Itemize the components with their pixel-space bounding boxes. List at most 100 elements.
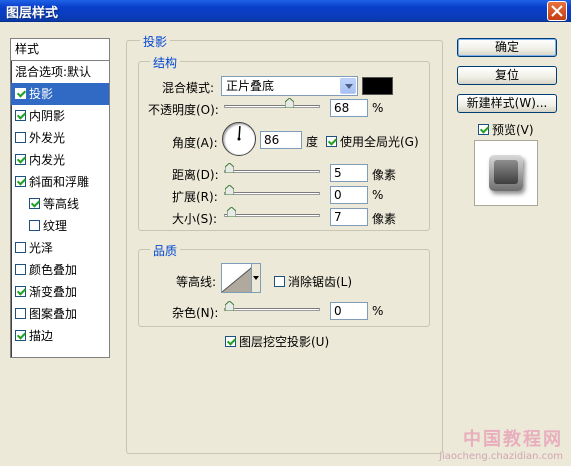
distance-input[interactable]: 5 bbox=[330, 164, 368, 182]
blend-mode-select[interactable]: 正片叠底 bbox=[221, 76, 358, 96]
anti-alias-check[interactable] bbox=[274, 276, 285, 287]
style-list-item[interactable]: 图案叠加 bbox=[11, 303, 109, 325]
style-list-item[interactable]: 颜色叠加 bbox=[11, 259, 109, 281]
style-item-checkbox[interactable] bbox=[29, 198, 40, 209]
opacity-slider-thumb[interactable] bbox=[285, 98, 295, 108]
style-list-item[interactable]: 纹理 bbox=[11, 215, 109, 237]
noise-slider[interactable] bbox=[224, 308, 320, 311]
style-item-label: 内发光 bbox=[29, 153, 66, 167]
shadow-color-swatch[interactable] bbox=[362, 77, 393, 95]
spread-unit: % bbox=[372, 188, 384, 202]
global-light-checkbox[interactable]: 使用全局光(G) bbox=[326, 133, 419, 150]
noise-unit: % bbox=[372, 304, 384, 318]
style-item-checkbox[interactable] bbox=[15, 154, 26, 165]
style-item-checkbox[interactable] bbox=[15, 286, 26, 297]
angle-needle bbox=[237, 125, 241, 141]
angle-input[interactable]: 86 bbox=[260, 131, 302, 149]
style-item-label: 等高线 bbox=[43, 197, 80, 211]
noise-input[interactable]: 0 bbox=[330, 302, 368, 320]
contour-label: 等高线: bbox=[176, 275, 217, 289]
style-list-item[interactable]: 斜面和浮雕 bbox=[11, 171, 109, 193]
style-item-checkbox[interactable] bbox=[15, 176, 26, 187]
style-list-item[interactable]: 外发光 bbox=[11, 127, 109, 149]
watermark: 中国教程网 jiaocheng.chazidian.com bbox=[439, 425, 563, 462]
layer-style-dialog: 图层样式 样式 混合选项:默认 投影 内阴影 外发光 内发光 斜面和浮雕 等高线 纹理 光泽 颜色… bbox=[0, 0, 571, 466]
style-item-checkbox[interactable] bbox=[15, 242, 26, 253]
preview-checkbox[interactable]: 预览(V) bbox=[478, 121, 534, 138]
anti-alias-checkbox[interactable]: 消除锯齿(L) bbox=[274, 273, 352, 290]
style-item-checkbox[interactable] bbox=[15, 110, 26, 121]
preview-check[interactable] bbox=[478, 124, 489, 135]
style-item-label: 投影 bbox=[29, 87, 54, 101]
style-item-checkbox[interactable] bbox=[15, 132, 26, 143]
style-item-checkbox[interactable] bbox=[29, 220, 40, 231]
spread-label: 扩展(R): bbox=[172, 190, 218, 204]
style-preview bbox=[474, 140, 538, 206]
noise-label: 杂色(N): bbox=[172, 306, 219, 320]
global-light-check[interactable] bbox=[326, 136, 337, 147]
size-slider[interactable] bbox=[224, 214, 320, 217]
style-item-label: 内阴影 bbox=[29, 109, 66, 123]
style-item-checkbox[interactable] bbox=[15, 264, 26, 275]
style-list-items: 混合选项:默认投影内阴影外发光内发光斜面和浮雕等高线纹理光泽颜色叠加渐变叠加图案… bbox=[11, 61, 109, 347]
ok-button[interactable]: 确定 bbox=[457, 38, 557, 57]
angle-dial[interactable] bbox=[222, 122, 256, 156]
style-list-item[interactable]: 内发光 bbox=[11, 149, 109, 171]
title-bar[interactable]: 图层样式 bbox=[0, 0, 571, 22]
distance-unit: 像素 bbox=[372, 168, 397, 182]
style-item-label: 渐变叠加 bbox=[29, 285, 78, 299]
opacity-input[interactable]: 68 bbox=[330, 99, 368, 117]
style-list-item[interactable]: 渐变叠加 bbox=[11, 281, 109, 303]
spread-slider-thumb[interactable] bbox=[225, 185, 234, 195]
contour-dropdown-arrow[interactable] bbox=[251, 263, 261, 293]
opacity-unit: % bbox=[372, 101, 384, 115]
style-item-label: 描边 bbox=[29, 329, 54, 343]
quality-title: 品质 bbox=[150, 242, 181, 259]
dialog-title: 图层样式 bbox=[6, 6, 59, 21]
style-item-label: 图案叠加 bbox=[29, 307, 78, 321]
new-style-button[interactable]: 新建样式(W)... bbox=[457, 94, 557, 113]
style-list-item[interactable]: 描边 bbox=[11, 325, 109, 347]
watermark-url: jiaocheng.chazidian.com bbox=[439, 451, 563, 462]
style-list-header: 样式 bbox=[11, 39, 109, 61]
noise-slider-thumb[interactable] bbox=[225, 301, 234, 311]
style-list-item[interactable]: 等高线 bbox=[11, 193, 109, 215]
size-slider-thumb[interactable] bbox=[227, 207, 236, 217]
drop-shadow-title: 投影 bbox=[140, 33, 171, 50]
style-list-item[interactable]: 混合选项:默认 bbox=[11, 61, 109, 83]
knockout-checkbox[interactable]: 图层挖空投影(U) bbox=[225, 333, 329, 350]
style-item-checkbox[interactable] bbox=[15, 330, 26, 341]
blend-mode-value: 正片叠底 bbox=[226, 79, 275, 93]
watermark-title: 中国教程网 bbox=[463, 429, 563, 450]
style-item-label: 外发光 bbox=[29, 131, 66, 145]
distance-label: 距离(D): bbox=[172, 168, 219, 182]
close-icon bbox=[551, 5, 563, 17]
angle-unit: 度 bbox=[306, 135, 319, 149]
distance-slider[interactable] bbox=[224, 170, 320, 173]
style-list-item[interactable]: 投影 bbox=[11, 83, 109, 105]
opacity-label: 不透明度(O): bbox=[148, 103, 219, 117]
knockout-check[interactable] bbox=[225, 336, 236, 347]
size-input[interactable]: 7 bbox=[330, 208, 368, 226]
style-item-label: 纹理 bbox=[43, 219, 68, 233]
opacity-slider[interactable] bbox=[224, 105, 320, 108]
close-button[interactable] bbox=[547, 1, 567, 21]
preview-swatch bbox=[489, 155, 523, 191]
blend-mode-label: 混合模式: bbox=[162, 81, 215, 95]
style-item-label: 光泽 bbox=[29, 241, 54, 255]
style-list-item[interactable]: 内阴影 bbox=[11, 105, 109, 127]
chevron-down-icon bbox=[340, 78, 356, 94]
spread-slider[interactable] bbox=[224, 192, 320, 195]
style-item-label: 斜面和浮雕 bbox=[29, 175, 90, 189]
style-item-checkbox[interactable] bbox=[15, 308, 26, 319]
style-item-checkbox[interactable] bbox=[15, 88, 26, 99]
structure-title: 结构 bbox=[150, 54, 181, 71]
angle-label: 角度(A): bbox=[172, 136, 218, 150]
reset-button[interactable]: 复位 bbox=[457, 66, 557, 85]
style-list: 样式 混合选项:默认投影内阴影外发光内发光斜面和浮雕等高线纹理光泽颜色叠加渐变叠… bbox=[10, 38, 110, 358]
spread-input[interactable]: 0 bbox=[330, 186, 368, 204]
style-item-label: 颜色叠加 bbox=[29, 263, 78, 277]
distance-slider-thumb[interactable] bbox=[225, 163, 234, 173]
style-item-label: 混合选项:默认 bbox=[15, 65, 92, 79]
style-list-item[interactable]: 光泽 bbox=[11, 237, 109, 259]
